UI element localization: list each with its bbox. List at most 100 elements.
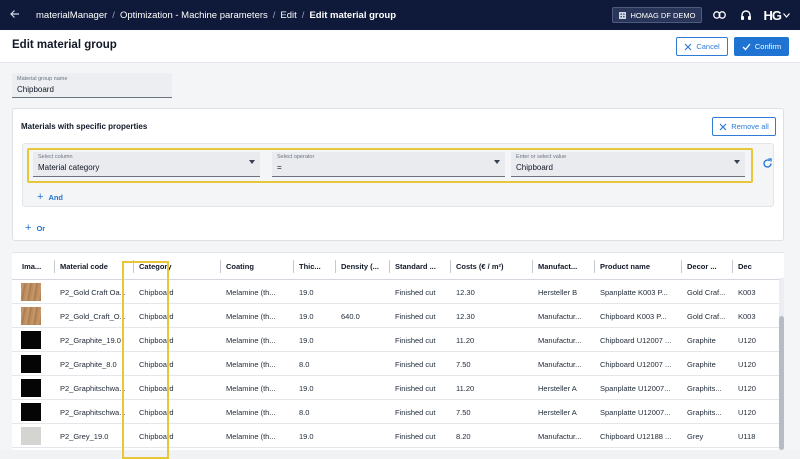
cell-product-name: Chipboard K003 P... xyxy=(600,311,667,321)
material-thumbnail xyxy=(21,403,41,421)
cell-density xyxy=(336,400,390,424)
remove-all-label: Remove all xyxy=(731,122,769,131)
cell-coating: Melamine (th... xyxy=(226,359,276,369)
cell-costs: 11.20 xyxy=(456,335,475,345)
brand-logo: HG xyxy=(763,7,782,23)
breadcrumb-item-current: Edit material group xyxy=(309,9,397,21)
filter-card: Materials with specific properties Remov… xyxy=(12,108,784,241)
table-row[interactable]: P2_Graphite_8.0 Chipboard Melamine (th... 8… xyxy=(12,352,784,376)
breadcrumb-item-app[interactable]: materialManager xyxy=(36,10,107,21)
confirm-button[interactable]: Confirm xyxy=(734,37,789,56)
scrollbar-thumb[interactable] xyxy=(779,316,784,450)
column-header-costs[interactable]: Costs (€ / m²) xyxy=(451,253,533,280)
group-name-field[interactable]: Material group name Chipboard xyxy=(12,73,172,98)
column-header-label: Decor ... xyxy=(687,262,717,271)
cell-standard: Finished cut xyxy=(395,407,436,417)
filter-highlight xyxy=(27,148,753,183)
refresh-icon[interactable] xyxy=(762,156,774,170)
column-header-material-code[interactable]: Material code xyxy=(55,253,134,280)
cell-coating: Melamine (th... xyxy=(226,383,276,393)
column-header-density[interactable]: Density (... xyxy=(336,253,390,280)
breadcrumb-item-optimization[interactable]: Optimization - Machine parameters xyxy=(120,10,268,21)
table-row[interactable]: P2_Graphite_19.0 Chipboard Melamine (th...… xyxy=(12,328,784,352)
breadcrumb-separator: / xyxy=(272,9,276,21)
cell-product-name: Spanplatte U12007... xyxy=(600,407,671,417)
link-icon[interactable] xyxy=(712,7,728,23)
cell-decor: Gold Craf... xyxy=(687,311,726,321)
cell-decor-code: K003 xyxy=(738,311,756,321)
cell-thickness: 19.0 xyxy=(299,335,314,345)
cell-density xyxy=(336,280,390,304)
cell-category: Chipboard xyxy=(139,335,174,345)
column-header-coating[interactable]: Coating xyxy=(221,253,294,280)
cell-thickness: 19.0 xyxy=(299,287,314,297)
headset-icon[interactable] xyxy=(738,7,754,23)
cell-decor-code: U120 xyxy=(738,335,756,345)
cell-density xyxy=(336,424,390,448)
breadcrumb-separator: / xyxy=(301,9,305,21)
column-header-label: Manufact... xyxy=(538,262,578,271)
cell-thickness: 19.0 xyxy=(299,431,314,441)
column-header-label: Category xyxy=(139,262,172,271)
column-header-label: Coating xyxy=(226,262,254,271)
cell-category: Chipboard xyxy=(139,431,174,441)
cell-costs: 12.30 xyxy=(456,311,475,321)
cell-decor-code: U120 xyxy=(738,407,756,417)
cancel-button[interactable]: Cancel xyxy=(676,37,728,56)
column-header-label: Material code xyxy=(60,262,108,271)
confirm-label: Confirm xyxy=(754,42,782,51)
add-and-label: And xyxy=(48,192,64,202)
column-header-category[interactable]: Category xyxy=(134,253,221,280)
column-header-standard[interactable]: Standard ... xyxy=(390,253,451,280)
cell-density xyxy=(336,376,390,400)
close-icon xyxy=(719,123,727,130)
column-header-label: Costs (€ / m²) xyxy=(456,262,504,271)
cell-material-code: P2_Graphite_8.0 xyxy=(60,359,117,369)
add-and-button[interactable]: + And xyxy=(37,191,63,203)
cell-product-name: Spanplatte K003 P... xyxy=(600,287,668,297)
cell-manufacturer: Manufactur... xyxy=(538,431,582,441)
cell-decor: Graphits... xyxy=(687,383,722,393)
cell-decor: Graphits... xyxy=(687,407,722,417)
cell-category: Chipboard xyxy=(139,407,174,417)
plus-icon: + xyxy=(37,191,44,203)
table-header: Ima... Material code Category Coating Thic..… xyxy=(12,253,784,280)
cell-category: Chipboard xyxy=(139,359,174,369)
cell-category: Chipboard xyxy=(139,287,174,297)
material-thumbnail xyxy=(21,355,41,373)
cell-costs: 12.30 xyxy=(456,287,475,297)
column-header-image[interactable]: Ima... xyxy=(12,253,55,280)
group-name-value[interactable]: Chipboard xyxy=(17,85,54,94)
table-row[interactable]: P2_Graphitschwa... Chipboard Melamine (th.… xyxy=(12,400,784,424)
cell-costs: 7.50 xyxy=(456,407,471,417)
column-header-thickness[interactable]: Thic... xyxy=(294,253,336,280)
back-arrow-icon[interactable] xyxy=(0,8,30,22)
cell-product-name: Chipboard U12188 ... xyxy=(600,431,672,441)
breadcrumb-item-edit[interactable]: Edit xyxy=(280,10,296,21)
top-bar: materialManager / Optimization - Machine… xyxy=(0,0,800,30)
cell-coating: Melamine (th... xyxy=(226,287,276,297)
filter-condition-group: Select column Material category Select o… xyxy=(22,143,774,207)
filter-card-title: Materials with specific properties xyxy=(21,122,148,131)
column-header-manufacturer[interactable]: Manufact... xyxy=(533,253,595,280)
cell-coating: Melamine (th... xyxy=(226,335,276,345)
cell-decor: Gold Craf... xyxy=(687,287,726,297)
add-or-button[interactable]: + Or xyxy=(25,222,45,234)
remove-all-button[interactable]: Remove all xyxy=(712,117,776,136)
cell-manufacturer: Hersteller B xyxy=(538,287,578,297)
column-header-product-name[interactable]: Product name xyxy=(595,253,682,280)
cell-product-name: Chipboard U12007 ... xyxy=(600,359,672,369)
table-row[interactable]: P2_Gold Craft Oa... Chipboard Melamine (th… xyxy=(12,280,784,304)
table-row[interactable]: P2_Graphitschwa... Chipboard Melamine (th.… xyxy=(12,376,784,400)
brand-menu[interactable]: HG xyxy=(764,8,791,23)
close-icon xyxy=(684,43,692,50)
column-header-decor[interactable]: Decor ... xyxy=(682,253,733,280)
table-row[interactable]: P2_Grey_19.0 Chipboard Melamine (th... 19.0… xyxy=(12,424,784,448)
column-header-label: Ima... xyxy=(22,262,42,271)
tenant-switcher[interactable]: HOMAG DF DEMO xyxy=(611,7,702,23)
material-thumbnail xyxy=(21,427,41,445)
column-header-label: Density (... xyxy=(341,262,379,271)
column-header-decor-code[interactable]: Dec xyxy=(733,253,784,280)
table-scrollbar[interactable] xyxy=(779,278,784,450)
table-row[interactable]: P2_Gold_Craft_O... Chipboard Melamine (th.… xyxy=(12,304,784,328)
